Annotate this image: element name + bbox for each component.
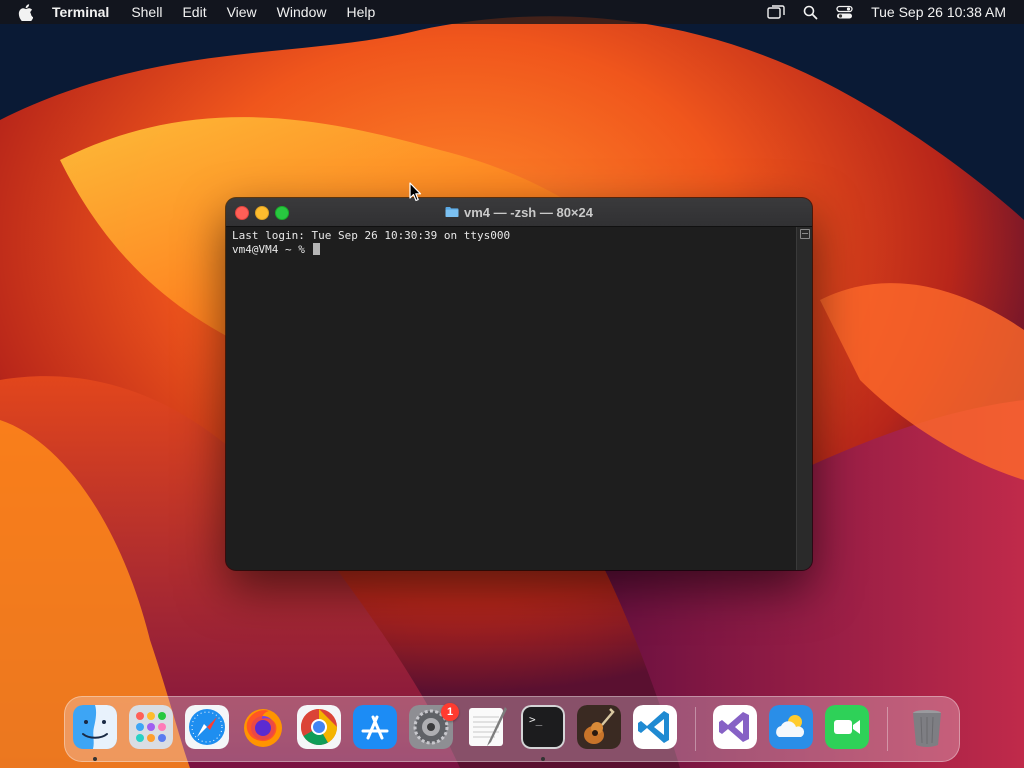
menu-bar: Terminal Shell Edit View Window Help Tue… — [0, 0, 1024, 24]
terminal-prompt-line: vm4@VM4 ~ % — [232, 243, 790, 257]
screen-mirroring-icon[interactable] — [767, 4, 785, 20]
facetime-icon[interactable] — [825, 705, 869, 749]
dock-separator — [695, 707, 696, 751]
terminal-output[interactable]: Last login: Tue Sep 26 10:30:39 on ttys0… — [226, 227, 796, 570]
terminal-scrollbar[interactable] — [796, 227, 812, 570]
apple-menu-icon[interactable] — [18, 3, 36, 21]
dock-separator-trash — [887, 707, 888, 751]
firefox-icon[interactable] — [241, 705, 285, 749]
menu-window[interactable]: Window — [277, 4, 327, 20]
safari-icon[interactable] — [185, 705, 229, 749]
mouse-pointer-icon — [409, 182, 422, 202]
dock: 1 >_ — [64, 696, 960, 762]
spotlight-search-icon[interactable] — [803, 5, 818, 20]
notification-badge: 1 — [441, 703, 459, 721]
split-pane-icon[interactable] — [800, 229, 810, 239]
chrome-icon[interactable] — [297, 705, 341, 749]
launchpad-icon[interactable] — [129, 705, 173, 749]
terminal-icon[interactable]: >_ — [521, 705, 565, 749]
window-title: vm4 — -zsh — 80×24 — [464, 204, 593, 220]
visual-studio-icon[interactable] — [713, 705, 757, 749]
svg-text:>_: >_ — [529, 713, 543, 726]
menu-edit[interactable]: Edit — [182, 4, 206, 20]
finder-running-indicator — [93, 757, 97, 761]
app-store-icon[interactable] — [353, 705, 397, 749]
terminal-cursor — [313, 243, 321, 255]
menu-shell[interactable]: Shell — [131, 4, 162, 20]
menu-view[interactable]: View — [227, 4, 257, 20]
window-title-bar-label: vm4 — -zsh — 80×24 — [226, 198, 812, 226]
menu-help[interactable]: Help — [346, 4, 375, 20]
control-center-icon[interactable] — [836, 5, 853, 20]
finder-icon[interactable] — [73, 705, 117, 749]
terminal-running-indicator — [541, 757, 545, 761]
menu-app-name[interactable]: Terminal — [52, 4, 109, 20]
menu-clock[interactable]: Tue Sep 26 10:38 AM — [871, 4, 1006, 20]
weather-icon[interactable] — [769, 705, 813, 749]
terminal-titlebar[interactable]: vm4 — -zsh — 80×24 — [226, 198, 812, 227]
terminal-prompt: vm4@VM4 ~ % — [232, 243, 312, 256]
folder-icon — [445, 206, 459, 218]
trash-icon[interactable] — [905, 705, 949, 749]
vscode-icon[interactable] — [633, 705, 677, 749]
garageband-icon[interactable] — [577, 705, 621, 749]
textedit-icon[interactable] — [465, 705, 509, 749]
terminal-window[interactable]: vm4 — -zsh — 80×24 Last login: Tue Sep 2… — [226, 198, 812, 570]
terminal-line-login: Last login: Tue Sep 26 10:30:39 on ttys0… — [232, 229, 511, 242]
